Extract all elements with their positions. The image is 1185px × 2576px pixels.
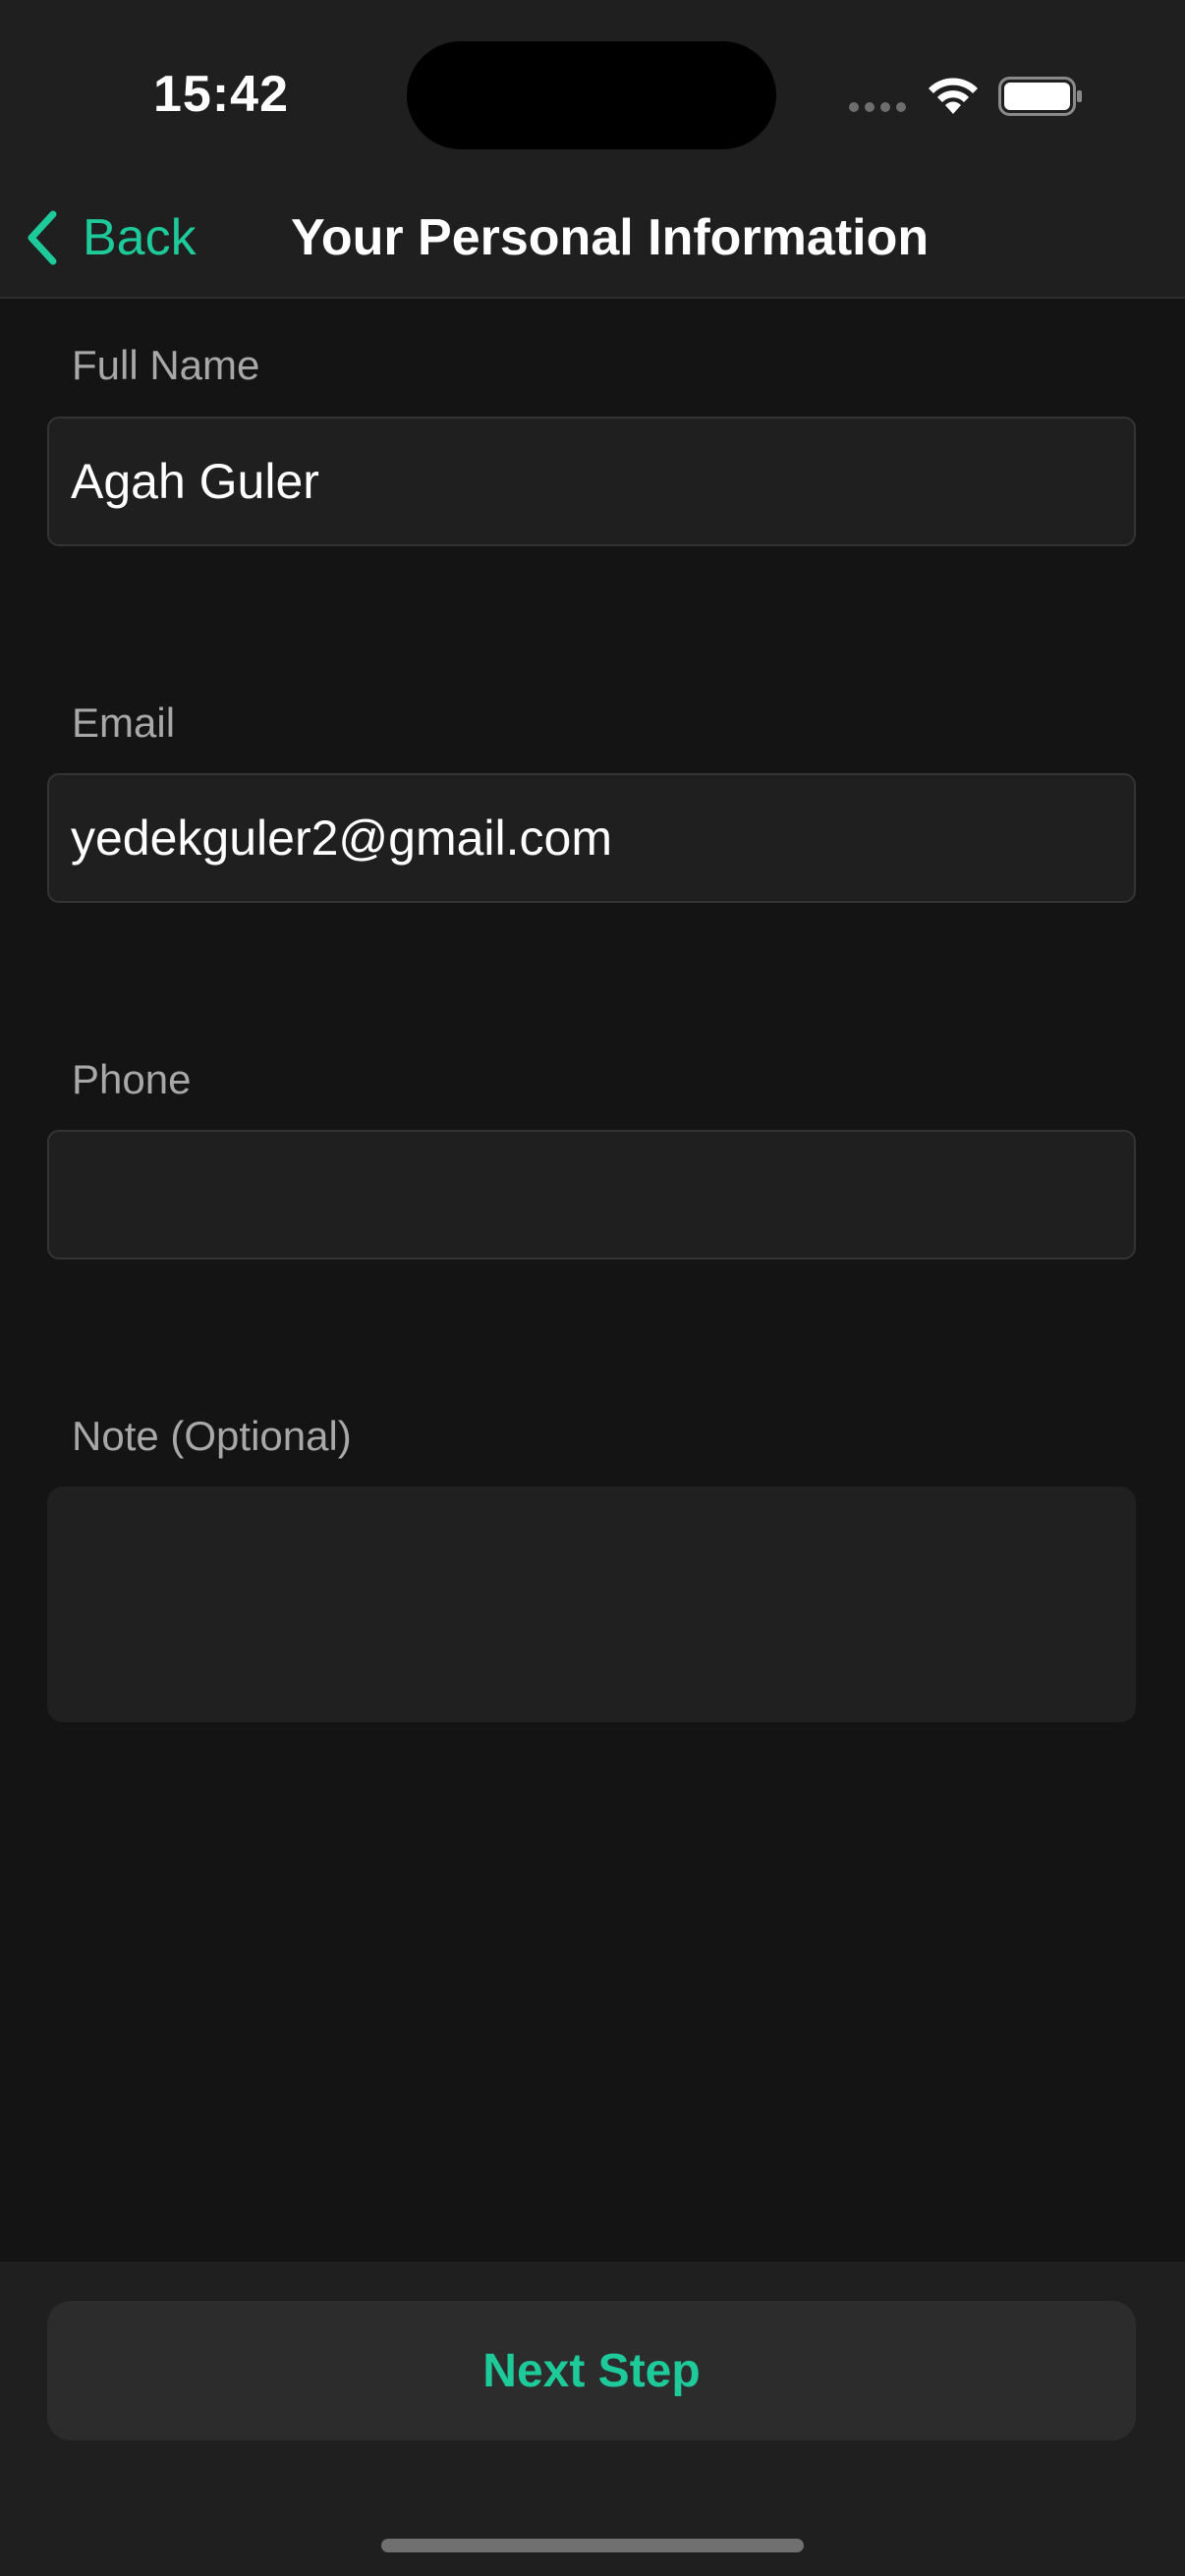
status-time: 15:42 bbox=[153, 66, 289, 123]
next-step-button[interactable]: Next Step bbox=[47, 2301, 1136, 2440]
email-label: Email bbox=[72, 700, 176, 746]
full-name-field-container bbox=[47, 417, 1136, 546]
signal-dots-icon bbox=[849, 102, 906, 112]
full-name-field[interactable] bbox=[71, 453, 1112, 510]
email-field[interactable] bbox=[71, 810, 1112, 867]
phone-label: Phone bbox=[72, 1056, 192, 1102]
phone-field-container bbox=[47, 1130, 1136, 1260]
bottom-bar: Next Step bbox=[0, 2262, 1185, 2576]
back-label: Back bbox=[83, 209, 197, 266]
dynamic-island bbox=[407, 41, 776, 149]
back-button[interactable]: Back bbox=[22, 198, 197, 277]
wifi-icon bbox=[929, 78, 978, 114]
battery-icon bbox=[998, 77, 1082, 116]
email-field-container bbox=[47, 773, 1136, 903]
nav-bar: Back Your Personal Information bbox=[0, 177, 1185, 299]
note-textarea[interactable] bbox=[47, 1486, 1136, 1722]
chevron-left-icon bbox=[28, 210, 57, 265]
full-name-label: Full Name bbox=[72, 342, 260, 388]
home-indicator bbox=[381, 2539, 804, 2552]
page-title: Your Personal Information bbox=[291, 209, 930, 266]
phone-field[interactable] bbox=[71, 1166, 1112, 1223]
note-label: Note (Optional) bbox=[72, 1413, 352, 1459]
status-bar: 15:42 bbox=[0, 0, 1185, 177]
